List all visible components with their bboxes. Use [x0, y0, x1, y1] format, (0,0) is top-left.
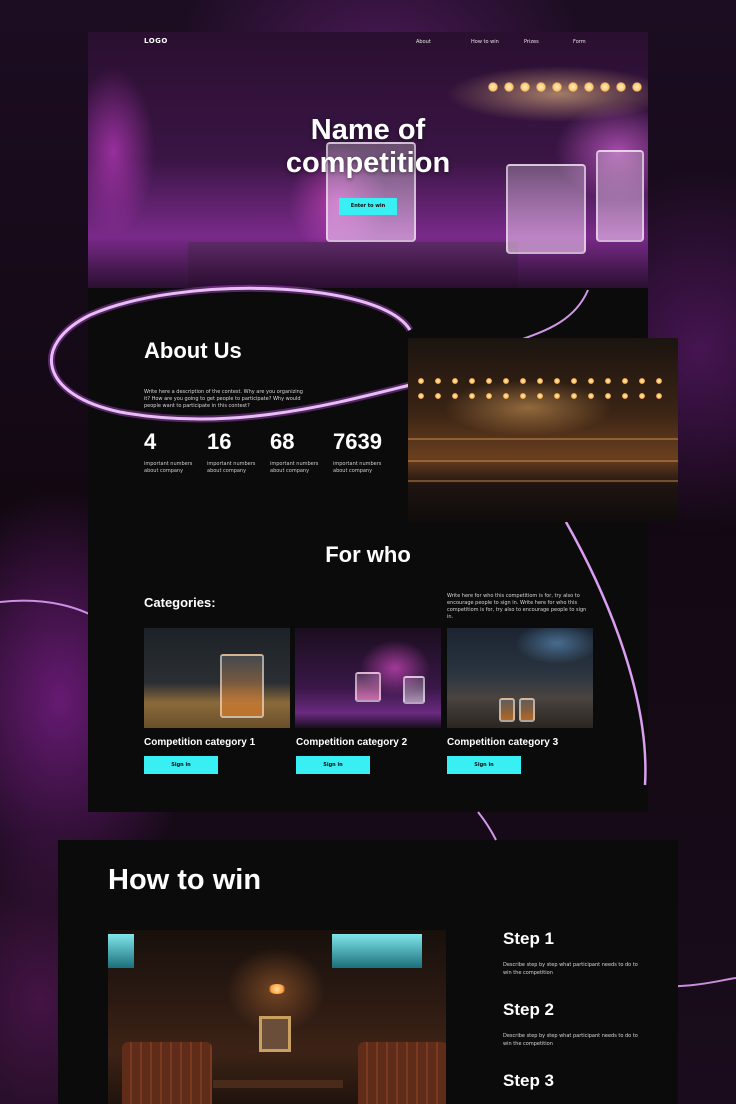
category-3-image [447, 628, 593, 728]
how-to-win-title: How to win [108, 864, 262, 896]
stat-label-1: important numbers about company [144, 461, 193, 474]
for-who-description: Write here for who this competitiom is f… [447, 593, 587, 620]
hero-banner: LOGO About How to win Prizes Form Name o… [88, 32, 648, 288]
nav-form[interactable]: Form [573, 39, 586, 45]
hero-title-line-2: competition [285, 147, 451, 179]
step-1-title: Step 1 [503, 929, 555, 948]
logo[interactable]: LOGO [144, 37, 168, 45]
for-who-title: For who [325, 542, 411, 567]
nav-about[interactable]: About [416, 39, 431, 45]
stat-label-4: important numbers about company [333, 461, 382, 474]
enter-to-win-button[interactable]: Enter to win [339, 198, 397, 215]
bar-interior-photo [408, 338, 678, 522]
step-1-description: Describe step by step what participant n… [503, 962, 638, 976]
about-title: About Us [144, 338, 242, 363]
hero-bokeh-lights [488, 82, 648, 92]
stat-value-3: 68 [270, 429, 295, 454]
nav-prizes[interactable]: Prizes [524, 39, 539, 45]
stat-value-4: 7639 [333, 429, 382, 454]
about-description: Write here a description of the contest.… [144, 389, 303, 409]
hero-bar-counter [188, 242, 518, 288]
stat-value-1: 4 [144, 429, 157, 454]
step-2-description: Describe step by step what participant n… [503, 1033, 638, 1047]
step-2-title: Step 2 [503, 1000, 555, 1019]
category-2-title: Competition category 2 [296, 737, 408, 748]
stat-value-2: 16 [207, 429, 232, 454]
category-1-sign-in-button[interactable]: Sign in [144, 756, 218, 774]
stat-label-2: important numbers about company [207, 461, 256, 474]
category-3-title: Competition category 3 [447, 737, 559, 748]
category-2-image [295, 628, 441, 728]
category-1-title: Competition category 1 [144, 737, 256, 748]
category-2-sign-in-button[interactable]: Sign in [296, 756, 370, 774]
categories-heading: Categories: [144, 595, 216, 610]
nav-how-to-win[interactable]: How to win [471, 39, 499, 45]
category-3-sign-in-button[interactable]: Sign in [447, 756, 521, 774]
category-1-image [144, 628, 290, 728]
booth-interior-photo [108, 930, 446, 1104]
step-3-title: Step 3 [503, 1071, 555, 1090]
hero-title-line-1: Name of [310, 114, 426, 146]
stat-label-3: important numbers about company [270, 461, 319, 474]
hero-title: Name of competition [88, 114, 648, 180]
